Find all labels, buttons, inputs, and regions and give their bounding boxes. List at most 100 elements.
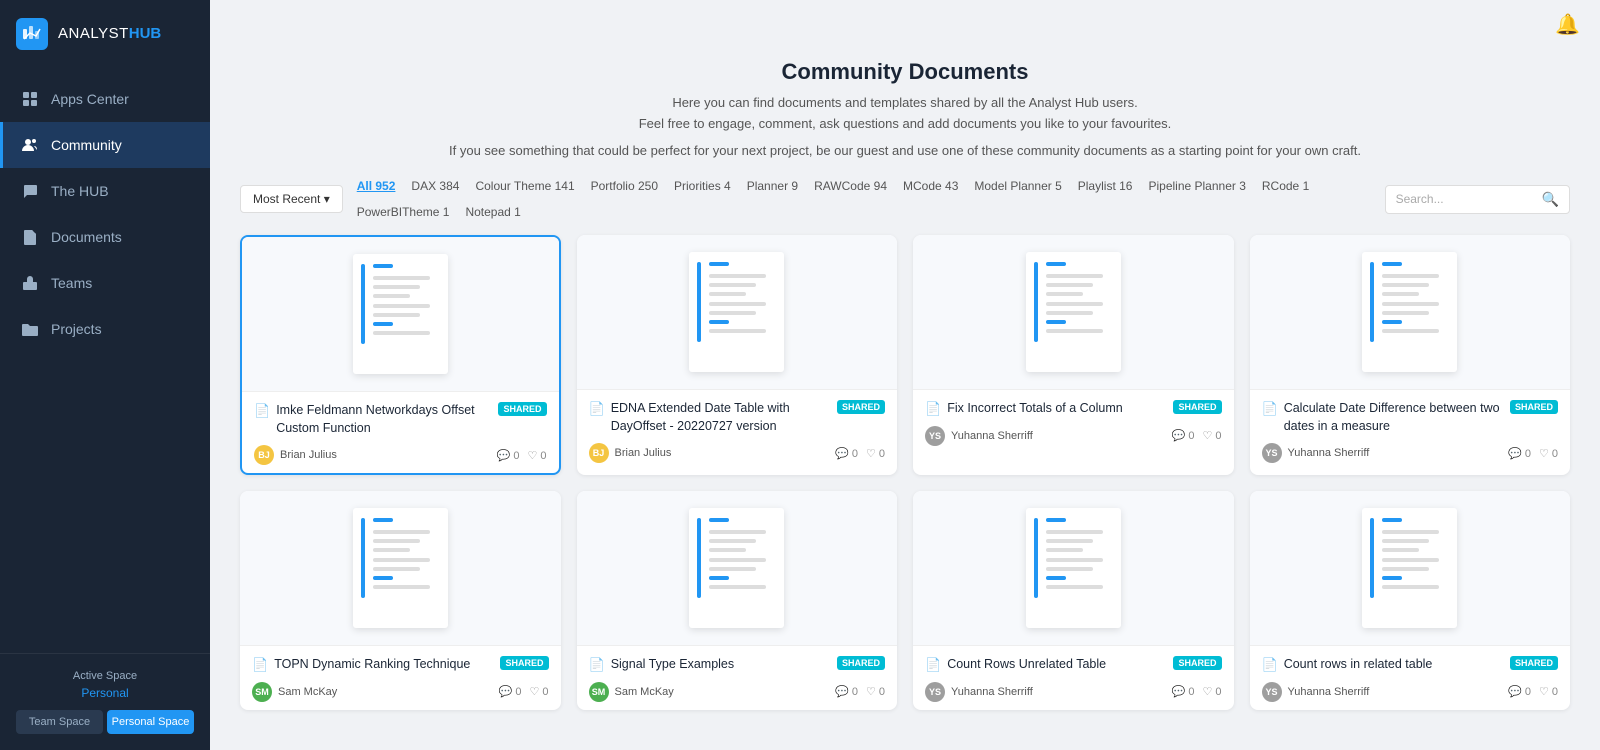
search-input[interactable] [1396,192,1536,206]
comment-stat: 💬 0 [835,447,858,460]
doc-card-body: 📄 TOPN Dynamic Ranking Technique SHARED … [240,646,561,710]
filter-tag-11[interactable]: RCode 1 [1258,177,1313,195]
doc-stats: 💬 0 ♡ 0 [1172,429,1222,442]
doc-thumbnail [577,491,898,646]
comment-stat: 💬 0 [1172,429,1195,442]
doc-card-body: 📄 EDNA Extended Date Table with DayOffse… [577,390,898,471]
shared-badge: SHARED [498,402,546,416]
sidebar-item-the-hub[interactable]: The HUB [0,168,210,214]
doc-card-2[interactable]: 📄 EDNA Extended Date Table with DayOffse… [577,235,898,475]
preview-line [709,548,746,552]
doc-card-7[interactable]: 📄 Count Rows Unrelated Table SHARED YS Y… [913,491,1234,710]
doc-card-body: 📄 Signal Type Examples SHARED SM Sam McK… [577,646,898,710]
space-toggle: Team Space Personal Space [16,710,194,734]
doc-thumbnail [242,237,559,392]
doc-title: Calculate Date Difference between two da… [1284,400,1504,435]
doc-card-5[interactable]: 📄 TOPN Dynamic Ranking Technique SHARED … [240,491,561,710]
filter-tag-3[interactable]: Portfolio 250 [587,177,662,195]
preview-line [709,518,729,522]
shared-badge: SHARED [1173,400,1221,414]
notification-bell-button[interactable]: 🔔 [1555,12,1580,37]
preview-line [709,262,729,266]
filter-tag-13[interactable]: Notepad 1 [461,203,524,221]
filter-tag-4[interactable]: Priorities 4 [670,177,735,195]
preview-line [1046,530,1103,534]
sidebar-item-teams[interactable]: Teams [0,260,210,306]
preview-line [1046,274,1103,278]
preview-line [709,576,729,580]
author-name: Brian Julius [280,449,337,461]
doc-meta: YS Yuhanna Sherriff 💬 0 ♡ 0 [925,682,1222,702]
doc-card-1[interactable]: 📄 Imke Feldmann Networkdays Offset Custo… [240,235,561,475]
preview-line [1046,311,1093,315]
preview-line [709,292,746,296]
doc-card-6[interactable]: 📄 Signal Type Examples SHARED SM Sam McK… [577,491,898,710]
avatar: YS [1262,682,1282,702]
sidebar-item-label: Teams [51,275,92,291]
preview-line [373,567,420,571]
preview-line [709,283,756,287]
preview-line [1382,518,1402,522]
doc-title-row: 📄 Fix Incorrect Totals of a Column SHARE… [925,400,1222,418]
preview-line [373,331,430,335]
preview-line [1046,283,1093,287]
filter-tag-9[interactable]: Playlist 16 [1074,177,1137,195]
documents-icon [21,228,39,246]
filter-tag-1[interactable]: DAX 384 [407,177,463,195]
doc-meta: YS Yuhanna Sherriff 💬 0 ♡ 0 [925,426,1222,446]
doc-file-icon: 📄 [589,657,605,673]
preview-line [709,539,756,543]
preview-line [1046,262,1066,266]
avatar: SM [589,682,609,702]
filter-tag-7[interactable]: MCode 43 [899,177,962,195]
preview-line [373,313,420,317]
personal-space-button[interactable]: Personal Space [107,710,194,734]
preview-line [709,320,729,324]
doc-thumbnail [240,491,561,646]
preview-line [709,274,766,278]
doc-preview [689,508,784,628]
like-stat: ♡ 0 [1202,429,1221,442]
shared-badge: SHARED [837,400,885,414]
doc-card-3[interactable]: 📄 Fix Incorrect Totals of a Column SHARE… [913,235,1234,475]
like-stat: ♡ 0 [1539,685,1558,698]
doc-card-8[interactable]: 📄 Count rows in related table SHARED YS … [1250,491,1571,710]
author-row: SM Sam McKay [252,682,337,702]
filter-tag-5[interactable]: Planner 9 [743,177,802,195]
projects-icon [21,320,39,338]
author-row: BJ Brian Julius [589,443,672,463]
filter-tag-8[interactable]: Model Planner 5 [970,177,1065,195]
sidebar-item-documents[interactable]: Documents [0,214,210,260]
doc-card-body: 📄 Count rows in related table SHARED YS … [1250,646,1571,710]
filter-tag-0[interactable]: All 952 [353,177,400,195]
filter-tag-2[interactable]: Colour Theme 141 [471,177,578,195]
sidebar-item-apps-center[interactable]: Apps Center [0,76,210,122]
doc-thumbnail [577,235,898,390]
like-stat: ♡ 0 [527,449,546,462]
most-recent-button[interactable]: Most Recent ▾ [240,185,343,213]
sidebar-item-projects[interactable]: Projects [0,306,210,352]
doc-card-body: 📄 Count Rows Unrelated Table SHARED YS Y… [913,646,1234,710]
team-space-button[interactable]: Team Space [16,710,103,734]
filter-tag-6[interactable]: RAWCode 94 [810,177,891,195]
doc-card-4[interactable]: 📄 Calculate Date Difference between two … [1250,235,1571,475]
doc-preview [353,508,448,628]
filter-tag-10[interactable]: Pipeline Planner 3 [1144,177,1249,195]
shared-badge: SHARED [1510,656,1558,670]
filter-bar: Most Recent ▾ All 952 DAX 384 Colour Theme… [210,177,1600,235]
doc-stats: 💬 0 ♡ 0 [497,449,547,462]
doc-title: Fix Incorrect Totals of a Column [947,400,1167,418]
doc-meta: SM Sam McKay 💬 0 ♡ 0 [252,682,549,702]
accent-line [361,518,365,598]
active-space-value: Personal [16,686,194,700]
filter-tag-12[interactable]: PowerBITheme 1 [353,203,454,221]
preview-line [1382,558,1439,562]
doc-meta: SM Sam McKay 💬 0 ♡ 0 [589,682,886,702]
like-stat: ♡ 0 [529,685,548,698]
preview-line [373,539,420,543]
preview-line [373,585,430,589]
doc-card-body: 📄 Imke Feldmann Networkdays Offset Custo… [242,392,559,473]
doc-stats: 💬 0 ♡ 0 [1172,685,1222,698]
sidebar-item-community[interactable]: Community [0,122,210,168]
doc-title-row: 📄 Count Rows Unrelated Table SHARED [925,656,1222,674]
